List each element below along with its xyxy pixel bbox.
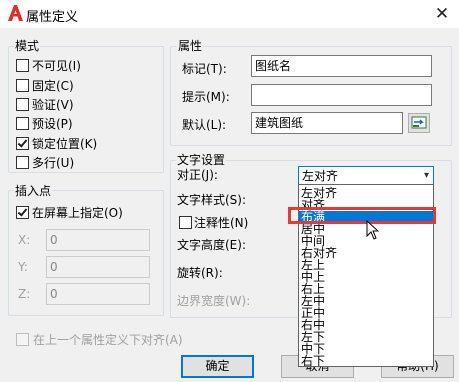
mode-label-5: 多行(U)	[32, 156, 75, 170]
text-settings-group-label: 文字设置	[176, 153, 227, 167]
rotation-label: 旋转(R):	[177, 266, 223, 280]
prompt-label: 提示(M):	[182, 90, 230, 104]
align-below-checkbox[interactable]	[16, 333, 29, 346]
mode-checkbox-1[interactable]	[16, 79, 29, 92]
autocad-a-icon	[8, 5, 23, 21]
mode-checkbox-5[interactable]	[16, 156, 29, 169]
insert-field-button[interactable]	[408, 113, 430, 133]
mouse-cursor-icon	[366, 220, 380, 240]
y-input[interactable]: 0	[46, 256, 150, 278]
mode-checkbox-0[interactable]	[16, 59, 29, 72]
boundary-width-label: 边界宽度(W):	[177, 294, 251, 308]
justify-value: 左对齐	[302, 169, 339, 183]
insert-field-icon	[411, 116, 427, 129]
mode-label-4: 锁定位置(K)	[32, 137, 98, 151]
x-label: X:	[18, 233, 31, 247]
justify-combobox[interactable]: 左对齐 ▾	[298, 166, 434, 185]
tag-label: 标记(T):	[182, 62, 227, 76]
mode-checkbox-4[interactable]	[16, 137, 29, 150]
y-label: Y:	[18, 260, 28, 274]
mode-checkbox-2[interactable]	[16, 98, 29, 111]
align-below-label: 在上一个属性定义下对齐(A)	[33, 333, 183, 347]
text-style-label: 文字样式(S):	[177, 193, 247, 207]
dropdown-option[interactable]: 右下	[299, 355, 433, 366]
mode-checkbox-3[interactable]	[16, 117, 29, 130]
default-label: 默认(L):	[182, 118, 227, 132]
mode-label-0: 不可见(I)	[32, 59, 81, 73]
chevron-down-icon[interactable]: ▾	[424, 167, 429, 185]
onscreen-checkbox[interactable]	[16, 206, 29, 219]
ok-button[interactable]: 确定	[181, 355, 254, 378]
close-icon[interactable]: ✕	[432, 4, 452, 24]
text-height-label: 文字高度(E):	[177, 238, 246, 252]
mode-label-1: 固定(C)	[32, 79, 74, 93]
z-label: Z:	[18, 287, 31, 301]
x-input[interactable]: 0	[46, 229, 150, 251]
annotative-label: 注释性(N)	[194, 216, 249, 230]
selection-highlight-box	[288, 207, 436, 224]
prompt-input[interactable]	[251, 84, 432, 106]
onscreen-label: 在屏幕上指定(O)	[32, 206, 123, 220]
window-title: 属性定义	[26, 10, 79, 25]
annotative-checkbox[interactable]	[179, 216, 192, 229]
mode-label-3: 预设(P)	[32, 117, 73, 131]
mode-label-2: 验证(V)	[32, 98, 74, 112]
tag-input[interactable]: 图纸名	[251, 55, 432, 77]
attribute-group-label: 属性	[177, 39, 204, 53]
insertion-group-label: 插入点	[14, 184, 53, 198]
z-input[interactable]: 0	[46, 283, 150, 305]
mode-group-label: 模式	[14, 39, 41, 53]
default-input[interactable]: 建筑图纸	[251, 112, 403, 134]
justify-label: 对正(J):	[177, 168, 218, 182]
